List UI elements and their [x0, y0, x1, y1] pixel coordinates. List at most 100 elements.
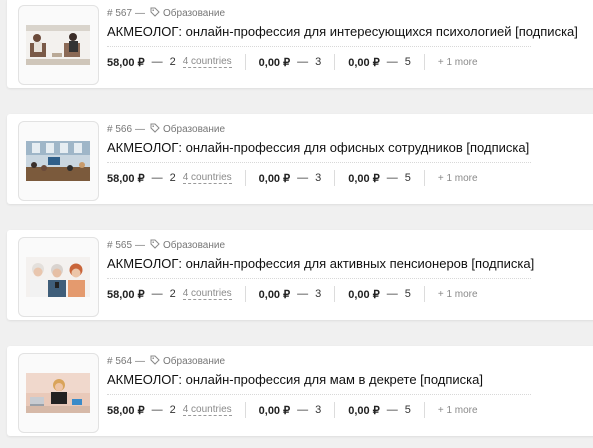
divider	[107, 394, 531, 395]
tier-separator	[334, 402, 336, 418]
price-tiers: 58,00 ₽ — 2 4 countries 0,00 ₽ — 3 0,00 …	[107, 53, 478, 71]
meta-dash: —	[135, 7, 146, 19]
product-id: # 564	[107, 355, 133, 367]
countries-link[interactable]: 4 countries	[182, 404, 232, 416]
tier-qty: 5	[404, 56, 411, 68]
price-tiers: 58,00 ₽ — 2 4 countries 0,00 ₽ — 3 0,00 …	[107, 401, 478, 419]
tag-icon	[150, 239, 160, 252]
tier-qty: 5	[404, 404, 411, 416]
tier-dash: —	[386, 56, 398, 68]
product-id: # 567	[107, 7, 133, 19]
tier-price: 0,00 ₽	[258, 288, 291, 301]
tier-qty: 2	[169, 172, 176, 184]
product-id: # 565	[107, 239, 133, 251]
product-category[interactable]: Образование	[163, 356, 225, 367]
product-card[interactable]: # 567 — Образование АКМЕОЛОГ: онлайн-про…	[7, 0, 593, 88]
price-tiers: 58,00 ₽ — 2 4 countries 0,00 ₽ — 3 0,00 …	[107, 169, 478, 187]
product-title[interactable]: АКМЕОЛОГ: онлайн-профессия для активных …	[107, 256, 534, 271]
tier-separator	[244, 286, 246, 302]
tier-price: 0,00 ₽	[258, 172, 291, 185]
tier-price: 58,00 ₽	[107, 172, 145, 185]
tier-price: 58,00 ₽	[107, 56, 145, 69]
tier-qty: 2	[169, 56, 176, 68]
tier-dash: —	[386, 172, 398, 184]
product-thumbnail[interactable]	[18, 121, 99, 201]
tier-dash: —	[151, 404, 163, 416]
tier-qty: 2	[169, 288, 176, 300]
product-thumbnail[interactable]	[18, 237, 99, 317]
product-meta: # 566 — Образование	[107, 122, 225, 136]
meta-dash: —	[135, 239, 146, 251]
tier-price: 58,00 ₽	[107, 288, 145, 301]
divider	[107, 278, 531, 279]
tier-qty: 2	[169, 404, 176, 416]
price-tiers: 58,00 ₽ — 2 4 countries 0,00 ₽ — 3 0,00 …	[107, 285, 478, 303]
tier-separator	[244, 54, 246, 70]
product-category[interactable]: Образование	[163, 240, 225, 251]
tier-price: 58,00 ₽	[107, 404, 145, 417]
tier-dash: —	[297, 172, 309, 184]
countries-link[interactable]: 4 countries	[182, 288, 232, 300]
tier-separator	[423, 170, 425, 186]
product-thumbnail[interactable]	[18, 353, 99, 433]
tier-dash: —	[151, 288, 163, 300]
product-card[interactable]: # 566 — Образование АКМЕОЛОГ: онлайн-про…	[7, 114, 593, 204]
tier-dash: —	[297, 404, 309, 416]
tag-icon	[150, 123, 160, 136]
tier-separator	[423, 286, 425, 302]
mother-at-laptop-photo	[26, 373, 90, 413]
product-card[interactable]: # 564 — Образование АКМЕОЛОГ: онлайн-про…	[7, 346, 593, 436]
tag-icon	[150, 7, 160, 20]
product-card[interactable]: # 565 — Образование АКМЕОЛОГ: онлайн-про…	[7, 230, 593, 320]
meta-dash: —	[135, 123, 146, 135]
tier-separator	[244, 402, 246, 418]
countries-link[interactable]: 4 countries	[182, 56, 232, 68]
tier-dash: —	[151, 172, 163, 184]
senior-women-photo	[26, 257, 90, 297]
tier-separator	[334, 286, 336, 302]
tier-dash: —	[297, 56, 309, 68]
tier-qty: 5	[404, 288, 411, 300]
product-meta: # 567 — Образование	[107, 6, 225, 20]
product-meta: # 564 — Образование	[107, 354, 225, 368]
therapy-session-photo	[26, 25, 90, 65]
more-tiers-link[interactable]: + 1 more	[438, 405, 478, 416]
tier-price: 0,00 ₽	[348, 288, 380, 301]
more-tiers-link[interactable]: + 1 more	[438, 173, 478, 184]
tier-dash: —	[151, 56, 163, 68]
product-category[interactable]: Образование	[163, 124, 225, 135]
product-id: # 566	[107, 123, 133, 135]
tier-separator	[244, 170, 246, 186]
meta-dash: —	[135, 355, 146, 367]
product-category[interactable]: Образование	[163, 8, 225, 19]
product-title[interactable]: АКМЕОЛОГ: онлайн-профессия для интересую…	[107, 24, 578, 39]
tier-qty: 3	[315, 288, 322, 300]
divider	[107, 46, 531, 47]
tier-price: 0,00 ₽	[348, 56, 380, 69]
office-meeting-photo	[26, 141, 90, 181]
tier-qty: 3	[315, 404, 322, 416]
tier-separator	[423, 402, 425, 418]
more-tiers-link[interactable]: + 1 more	[438, 57, 478, 68]
tier-price: 0,00 ₽	[258, 56, 291, 69]
tier-separator	[334, 54, 336, 70]
product-title[interactable]: АКМЕОЛОГ: онлайн-профессия для мам в дек…	[107, 372, 483, 387]
tier-dash: —	[297, 288, 309, 300]
tier-price: 0,00 ₽	[258, 404, 291, 417]
tag-icon	[150, 355, 160, 368]
tier-qty: 3	[315, 56, 322, 68]
tier-dash: —	[386, 288, 398, 300]
product-title[interactable]: АКМЕОЛОГ: онлайн-профессия для офисных с…	[107, 140, 529, 155]
countries-link[interactable]: 4 countries	[182, 172, 232, 184]
more-tiers-link[interactable]: + 1 more	[438, 289, 478, 300]
tier-separator	[334, 170, 336, 186]
product-thumbnail[interactable]	[18, 5, 99, 85]
tier-price: 0,00 ₽	[348, 172, 380, 185]
tier-dash: —	[386, 404, 398, 416]
tier-price: 0,00 ₽	[348, 404, 380, 417]
divider	[107, 162, 531, 163]
tier-qty: 3	[315, 172, 322, 184]
tier-qty: 5	[404, 172, 411, 184]
product-meta: # 565 — Образование	[107, 238, 225, 252]
tier-separator	[423, 54, 425, 70]
